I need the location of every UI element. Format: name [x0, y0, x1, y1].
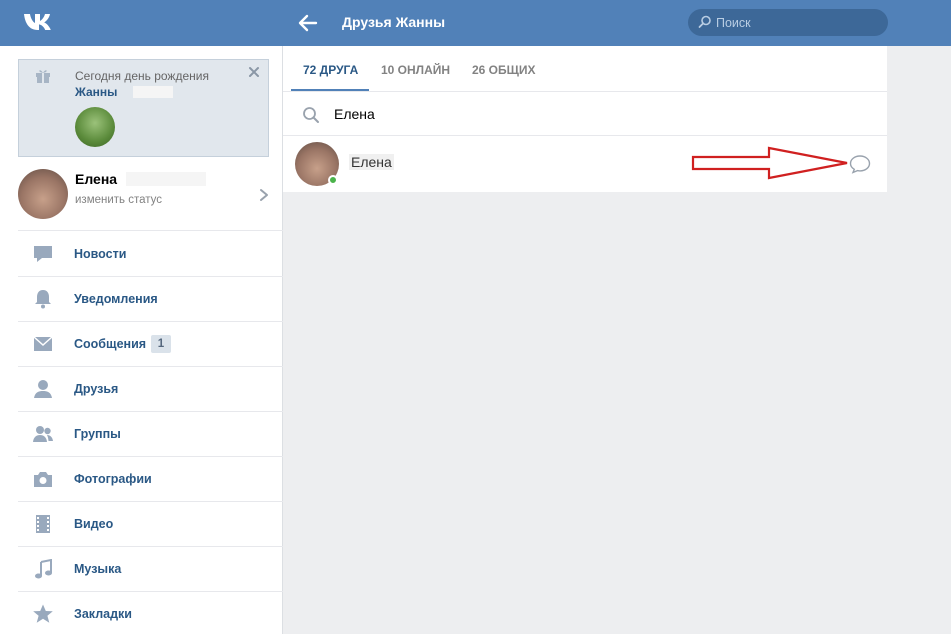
sidebar-item-news[interactable]: Новости — [18, 232, 283, 277]
gift-icon — [36, 70, 50, 83]
birthday-avatar[interactable] — [75, 107, 115, 147]
friends-panel: 72 ДРУГА 10 ОНЛАЙН 26 ОБЩИХ Елена Елена — [283, 46, 887, 192]
avatar[interactable] — [18, 169, 68, 219]
sidebar-item-label: Сообщения — [74, 337, 147, 351]
friend-search-input[interactable]: Елена — [283, 92, 887, 136]
news-icon — [34, 246, 52, 262]
message-bubble-icon[interactable] — [849, 154, 871, 174]
sidebar-item-label: Видео — [74, 517, 114, 531]
vk-logo[interactable] — [22, 10, 60, 34]
star-icon — [33, 604, 53, 623]
camera-icon — [34, 472, 52, 487]
sidebar-item-label: Группы — [74, 427, 121, 441]
film-icon — [36, 515, 50, 533]
profile-block[interactable]: Елена изменить статус — [18, 167, 283, 231]
profile-status-link[interactable]: изменить статус — [75, 194, 162, 206]
friend-name-link[interactable]: Елена — [349, 154, 394, 170]
sidebar-item-label: Закладки — [74, 607, 132, 621]
sidebar-item-music[interactable]: Музыка — [18, 547, 283, 592]
sidebar-menu: Новости Уведомления Сообщения 1 Друзья Г… — [18, 232, 283, 634]
sidebar-item-label: Друзья — [74, 382, 119, 396]
birthday-reminder: Сегодня день рождения Жанны — [18, 59, 269, 157]
birthday-name-link[interactable]: Жанны — [75, 85, 117, 99]
global-search-input[interactable]: Поиск — [688, 9, 888, 36]
friends-tabs: 72 ДРУГА 10 ОНЛАЙН 26 ОБЩИХ — [283, 46, 887, 92]
chevron-right-icon[interactable] — [258, 188, 270, 202]
top-header: Друзья Жанны Поиск — [0, 0, 951, 46]
sidebar: Сегодня день рождения Жанны Елена измени… — [0, 46, 283, 634]
back-arrow-icon[interactable] — [296, 12, 320, 34]
redacted-surname — [133, 86, 173, 98]
sidebar-item-notifications[interactable]: Уведомления — [18, 277, 283, 322]
close-icon[interactable] — [248, 66, 260, 78]
search-icon — [303, 107, 319, 123]
groups-icon — [33, 426, 53, 442]
list-item[interactable]: Елена — [283, 136, 887, 192]
search-icon — [698, 15, 711, 28]
page-title: Друзья Жанны — [342, 14, 446, 30]
birthday-text: Сегодня день рождения — [75, 69, 209, 83]
sidebar-item-label: Новости — [74, 247, 127, 261]
active-tab-indicator — [291, 89, 369, 91]
tab-online-friends[interactable]: 10 ОНЛАЙН — [381, 63, 450, 77]
friend-search-value[interactable]: Елена — [334, 106, 375, 122]
sidebar-item-label: Уведомления — [74, 292, 158, 306]
mail-icon — [33, 336, 53, 351]
online-indicator — [328, 175, 338, 185]
annotation-arrow-icon — [691, 146, 848, 180]
sidebar-item-label: Фотографии — [74, 472, 152, 486]
sidebar-item-friends[interactable]: Друзья — [18, 367, 283, 412]
unread-count-badge: 1 — [151, 335, 171, 353]
profile-name[interactable]: Елена — [75, 171, 117, 187]
tab-mutual-friends[interactable]: 26 ОБЩИХ — [472, 63, 536, 77]
sidebar-item-label: Музыка — [74, 562, 122, 576]
user-icon — [34, 380, 52, 398]
search-placeholder: Поиск — [716, 16, 751, 30]
music-icon — [35, 559, 52, 579]
bell-icon — [35, 290, 51, 309]
sidebar-item-photos[interactable]: Фотографии — [18, 457, 283, 502]
sidebar-item-video[interactable]: Видео — [18, 502, 283, 547]
sidebar-item-messages[interactable]: Сообщения 1 — [18, 322, 283, 367]
sidebar-item-bookmarks[interactable]: Закладки — [18, 592, 283, 634]
tab-all-friends[interactable]: 72 ДРУГА — [303, 63, 358, 77]
redacted-surname — [126, 172, 206, 186]
sidebar-item-groups[interactable]: Группы — [18, 412, 283, 457]
